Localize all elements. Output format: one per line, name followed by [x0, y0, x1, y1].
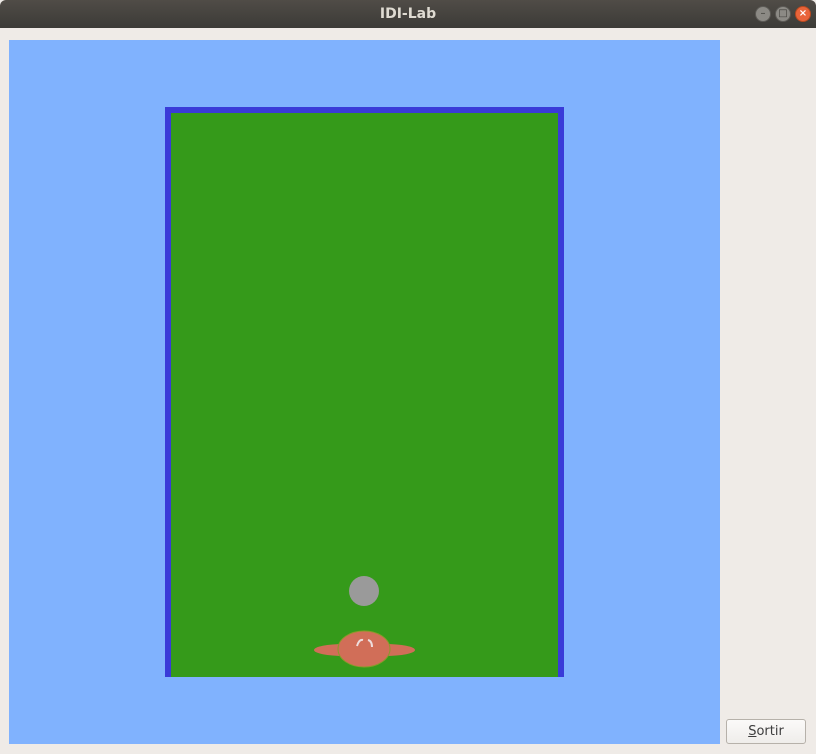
app-window: IDI-Lab – □ × Sortir [0, 0, 816, 754]
exit-button[interactable]: Sortir [726, 719, 806, 744]
player-body [337, 630, 391, 668]
ball [349, 576, 379, 606]
opengl-viewport[interactable] [9, 40, 720, 744]
minimize-icon[interactable]: – [755, 6, 771, 22]
scene-canvas [9, 40, 720, 744]
exit-button-label: ortir [756, 724, 784, 739]
close-icon[interactable]: × [795, 6, 811, 22]
exit-button-mnemonic: S [748, 724, 757, 739]
window-title: IDI-Lab [379, 6, 437, 22]
title-bar[interactable]: IDI-Lab – □ × [0, 0, 816, 28]
maximize-icon[interactable]: □ [775, 6, 791, 22]
